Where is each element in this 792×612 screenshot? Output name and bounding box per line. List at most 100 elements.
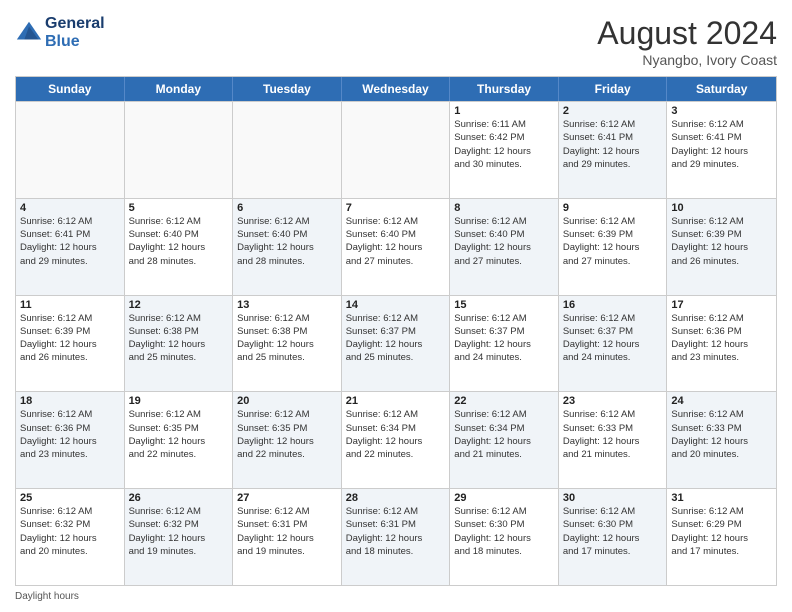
- day-number: 31: [671, 492, 772, 504]
- day-info: Sunrise: 6:12 AM Sunset: 6:39 PM Dayligh…: [671, 215, 772, 268]
- day-info: Sunrise: 6:12 AM Sunset: 6:40 PM Dayligh…: [237, 215, 337, 268]
- header-day-saturday: Saturday: [667, 77, 776, 101]
- day-number: 3: [671, 105, 772, 117]
- calendar-week-4: 18Sunrise: 6:12 AM Sunset: 6:36 PM Dayli…: [16, 391, 776, 488]
- day-number: 2: [563, 105, 663, 117]
- calendar: SundayMondayTuesdayWednesdayThursdayFrid…: [15, 76, 777, 586]
- day-number: 20: [237, 395, 337, 407]
- calendar-cell-18: 18Sunrise: 6:12 AM Sunset: 6:36 PM Dayli…: [16, 392, 125, 488]
- day-info: Sunrise: 6:12 AM Sunset: 6:34 PM Dayligh…: [454, 408, 554, 461]
- day-number: 6: [237, 202, 337, 214]
- calendar-cell-8: 8Sunrise: 6:12 AM Sunset: 6:40 PM Daylig…: [450, 199, 559, 295]
- calendar-cell-16: 16Sunrise: 6:12 AM Sunset: 6:37 PM Dayli…: [559, 296, 668, 392]
- day-number: 7: [346, 202, 446, 214]
- calendar-cell-25: 25Sunrise: 6:12 AM Sunset: 6:32 PM Dayli…: [16, 489, 125, 585]
- calendar-cell-7: 7Sunrise: 6:12 AM Sunset: 6:40 PM Daylig…: [342, 199, 451, 295]
- day-info: Sunrise: 6:12 AM Sunset: 6:35 PM Dayligh…: [237, 408, 337, 461]
- header-day-tuesday: Tuesday: [233, 77, 342, 101]
- logo-icon: [15, 19, 43, 47]
- day-info: Sunrise: 6:12 AM Sunset: 6:41 PM Dayligh…: [563, 118, 663, 171]
- main-title: August 2024: [597, 15, 777, 52]
- calendar-cell-6: 6Sunrise: 6:12 AM Sunset: 6:40 PM Daylig…: [233, 199, 342, 295]
- calendar-cell-15: 15Sunrise: 6:12 AM Sunset: 6:37 PM Dayli…: [450, 296, 559, 392]
- calendar-cell-12: 12Sunrise: 6:12 AM Sunset: 6:38 PM Dayli…: [125, 296, 234, 392]
- calendar-week-1: 1Sunrise: 6:11 AM Sunset: 6:42 PM Daylig…: [16, 101, 776, 198]
- calendar-cell-19: 19Sunrise: 6:12 AM Sunset: 6:35 PM Dayli…: [125, 392, 234, 488]
- day-number: 30: [563, 492, 663, 504]
- day-info: Sunrise: 6:12 AM Sunset: 6:36 PM Dayligh…: [671, 312, 772, 365]
- day-info: Sunrise: 6:12 AM Sunset: 6:32 PM Dayligh…: [129, 505, 229, 558]
- calendar-body: 1Sunrise: 6:11 AM Sunset: 6:42 PM Daylig…: [16, 101, 776, 585]
- day-number: 14: [346, 299, 446, 311]
- day-info: Sunrise: 6:12 AM Sunset: 6:33 PM Dayligh…: [671, 408, 772, 461]
- calendar-cell-29: 29Sunrise: 6:12 AM Sunset: 6:30 PM Dayli…: [450, 489, 559, 585]
- day-info: Sunrise: 6:12 AM Sunset: 6:33 PM Dayligh…: [563, 408, 663, 461]
- day-info: Sunrise: 6:12 AM Sunset: 6:40 PM Dayligh…: [129, 215, 229, 268]
- day-number: 28: [346, 492, 446, 504]
- calendar-cell-17: 17Sunrise: 6:12 AM Sunset: 6:36 PM Dayli…: [667, 296, 776, 392]
- day-number: 11: [20, 299, 120, 311]
- day-number: 13: [237, 299, 337, 311]
- calendar-cell-4: 4Sunrise: 6:12 AM Sunset: 6:41 PM Daylig…: [16, 199, 125, 295]
- calendar-cell-21: 21Sunrise: 6:12 AM Sunset: 6:34 PM Dayli…: [342, 392, 451, 488]
- logo-text: General Blue: [45, 15, 105, 51]
- calendar-cell-3: 3Sunrise: 6:12 AM Sunset: 6:41 PM Daylig…: [667, 102, 776, 198]
- header: General Blue August 2024 Nyangbo, Ivory …: [15, 15, 777, 68]
- calendar-cell-empty-0: [16, 102, 125, 198]
- calendar-cell-2: 2Sunrise: 6:12 AM Sunset: 6:41 PM Daylig…: [559, 102, 668, 198]
- calendar-cell-11: 11Sunrise: 6:12 AM Sunset: 6:39 PM Dayli…: [16, 296, 125, 392]
- day-info: Sunrise: 6:12 AM Sunset: 6:31 PM Dayligh…: [237, 505, 337, 558]
- day-info: Sunrise: 6:12 AM Sunset: 6:30 PM Dayligh…: [563, 505, 663, 558]
- calendar-cell-13: 13Sunrise: 6:12 AM Sunset: 6:38 PM Dayli…: [233, 296, 342, 392]
- calendar-header: SundayMondayTuesdayWednesdayThursdayFrid…: [16, 77, 776, 101]
- calendar-cell-31: 31Sunrise: 6:12 AM Sunset: 6:29 PM Dayli…: [667, 489, 776, 585]
- day-number: 17: [671, 299, 772, 311]
- day-info: Sunrise: 6:12 AM Sunset: 6:34 PM Dayligh…: [346, 408, 446, 461]
- calendar-cell-24: 24Sunrise: 6:12 AM Sunset: 6:33 PM Dayli…: [667, 392, 776, 488]
- day-number: 16: [563, 299, 663, 311]
- calendar-cell-28: 28Sunrise: 6:12 AM Sunset: 6:31 PM Dayli…: [342, 489, 451, 585]
- day-info: Sunrise: 6:12 AM Sunset: 6:29 PM Dayligh…: [671, 505, 772, 558]
- day-number: 8: [454, 202, 554, 214]
- day-number: 24: [671, 395, 772, 407]
- day-number: 29: [454, 492, 554, 504]
- day-info: Sunrise: 6:12 AM Sunset: 6:31 PM Dayligh…: [346, 505, 446, 558]
- calendar-cell-9: 9Sunrise: 6:12 AM Sunset: 6:39 PM Daylig…: [559, 199, 668, 295]
- day-number: 25: [20, 492, 120, 504]
- day-info: Sunrise: 6:12 AM Sunset: 6:37 PM Dayligh…: [454, 312, 554, 365]
- day-number: 9: [563, 202, 663, 214]
- day-number: 26: [129, 492, 229, 504]
- day-info: Sunrise: 6:12 AM Sunset: 6:35 PM Dayligh…: [129, 408, 229, 461]
- calendar-cell-5: 5Sunrise: 6:12 AM Sunset: 6:40 PM Daylig…: [125, 199, 234, 295]
- day-info: Sunrise: 6:12 AM Sunset: 6:32 PM Dayligh…: [20, 505, 120, 558]
- calendar-cell-empty-2: [233, 102, 342, 198]
- day-info: Sunrise: 6:12 AM Sunset: 6:41 PM Dayligh…: [20, 215, 120, 268]
- header-day-wednesday: Wednesday: [342, 77, 451, 101]
- day-info: Sunrise: 6:12 AM Sunset: 6:38 PM Dayligh…: [129, 312, 229, 365]
- day-info: Sunrise: 6:12 AM Sunset: 6:40 PM Dayligh…: [346, 215, 446, 268]
- calendar-cell-22: 22Sunrise: 6:12 AM Sunset: 6:34 PM Dayli…: [450, 392, 559, 488]
- day-info: Sunrise: 6:12 AM Sunset: 6:37 PM Dayligh…: [563, 312, 663, 365]
- day-info: Sunrise: 6:12 AM Sunset: 6:39 PM Dayligh…: [20, 312, 120, 365]
- day-number: 19: [129, 395, 229, 407]
- header-day-friday: Friday: [559, 77, 668, 101]
- footer-note: Daylight hours: [15, 591, 777, 602]
- calendar-cell-23: 23Sunrise: 6:12 AM Sunset: 6:33 PM Dayli…: [559, 392, 668, 488]
- day-number: 18: [20, 395, 120, 407]
- header-day-monday: Monday: [125, 77, 234, 101]
- calendar-cell-30: 30Sunrise: 6:12 AM Sunset: 6:30 PM Dayli…: [559, 489, 668, 585]
- day-info: Sunrise: 6:12 AM Sunset: 6:30 PM Dayligh…: [454, 505, 554, 558]
- calendar-cell-1: 1Sunrise: 6:11 AM Sunset: 6:42 PM Daylig…: [450, 102, 559, 198]
- logo: General Blue: [15, 15, 105, 51]
- calendar-cell-10: 10Sunrise: 6:12 AM Sunset: 6:39 PM Dayli…: [667, 199, 776, 295]
- day-number: 4: [20, 202, 120, 214]
- calendar-cell-empty-3: [342, 102, 451, 198]
- day-info: Sunrise: 6:12 AM Sunset: 6:39 PM Dayligh…: [563, 215, 663, 268]
- day-info: Sunrise: 6:12 AM Sunset: 6:41 PM Dayligh…: [671, 118, 772, 171]
- calendar-cell-27: 27Sunrise: 6:12 AM Sunset: 6:31 PM Dayli…: [233, 489, 342, 585]
- day-info: Sunrise: 6:11 AM Sunset: 6:42 PM Dayligh…: [454, 118, 554, 171]
- day-info: Sunrise: 6:12 AM Sunset: 6:37 PM Dayligh…: [346, 312, 446, 365]
- day-info: Sunrise: 6:12 AM Sunset: 6:40 PM Dayligh…: [454, 215, 554, 268]
- calendar-cell-20: 20Sunrise: 6:12 AM Sunset: 6:35 PM Dayli…: [233, 392, 342, 488]
- title-block: August 2024 Nyangbo, Ivory Coast: [597, 15, 777, 68]
